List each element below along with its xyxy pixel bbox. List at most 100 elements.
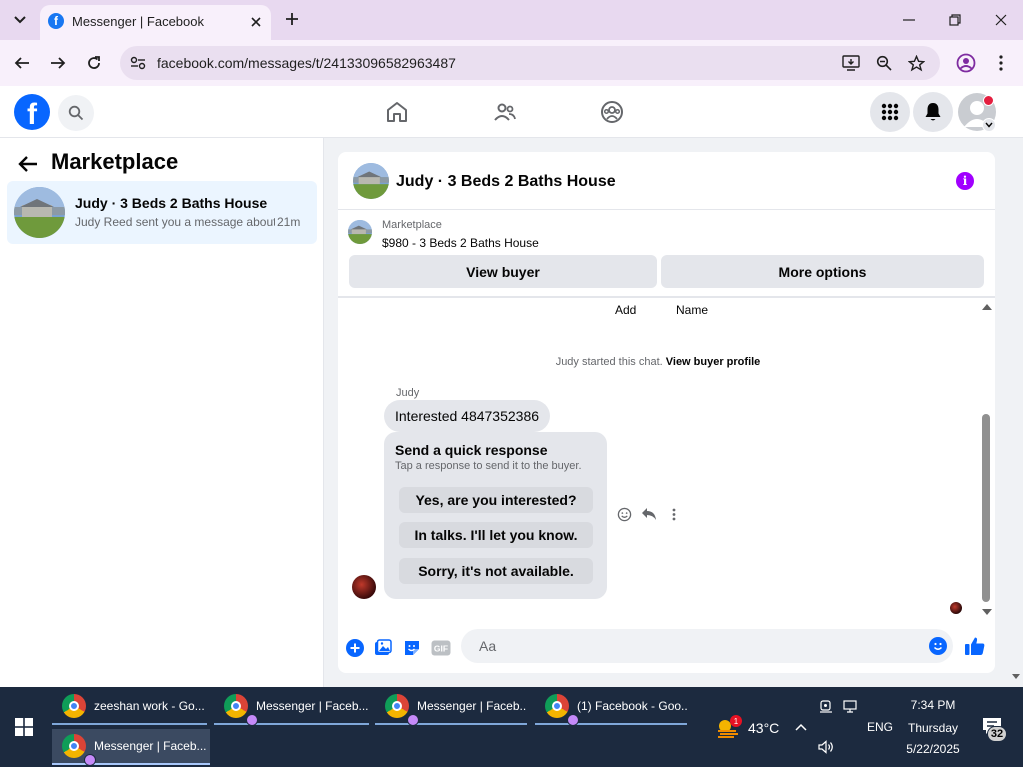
search-icon[interactable] [58, 95, 94, 131]
volume-icon[interactable] [817, 738, 835, 756]
quick-response-talks-button[interactable]: In talks. I'll let you know. [399, 522, 593, 548]
quick-response-title: Send a quick response [395, 442, 548, 458]
quick-response-unavailable-button[interactable]: Sorry, it's not available. [399, 558, 593, 584]
profile-badge-icon [246, 714, 258, 726]
tab-search-icon[interactable] [8, 8, 32, 32]
scroll-down-arrow-icon[interactable] [982, 609, 992, 615]
message-bubble[interactable]: Interested 4847352386 [384, 400, 551, 432]
page-scroll-down-arrow-icon[interactable] [1012, 674, 1020, 679]
emoji-icon[interactable] [929, 637, 947, 655]
sticker-icon[interactable] [402, 638, 422, 658]
chat-panel: Judy · 3 Beds 2 Baths House i Marketplac… [338, 152, 995, 673]
restore-icon[interactable] [942, 8, 968, 32]
groups-icon[interactable] [598, 98, 626, 126]
browser-tab-bar: f Messenger | Facebook [0, 0, 1023, 40]
name-label: Name [676, 303, 709, 317]
chevron-up-icon[interactable] [792, 718, 810, 736]
clock-day[interactable]: Thursday [900, 721, 966, 735]
site-settings-icon[interactable] [130, 55, 146, 71]
tab-close-icon[interactable] [247, 13, 265, 31]
browser-toolbar: facebook.com/messages/t/2413309658296348… [0, 40, 1023, 86]
install-app-icon[interactable] [842, 54, 860, 72]
photo-icon[interactable] [373, 638, 393, 658]
language-indicator[interactable]: ENG [867, 720, 893, 734]
chrome-icon [545, 694, 579, 726]
listing-source: Marketplace [382, 219, 442, 231]
chat-started-text: Judy started this chat. [555, 356, 663, 368]
browser-tab-active[interactable]: f Messenger | Facebook [40, 5, 271, 40]
taskbar-item-label: zeeshan work - Go... [94, 699, 205, 713]
conversation-list-item[interactable]: Judy · 3 Beds 2 Baths House Judy Reed se… [7, 181, 317, 244]
windows-start-icon[interactable] [10, 713, 38, 741]
profile-badge-icon [84, 754, 96, 766]
clock-time[interactable]: 7:34 PM [900, 698, 966, 712]
home-icon[interactable] [383, 98, 411, 126]
meet-now-icon[interactable] [817, 698, 835, 716]
notifications-bell-icon[interactable] [913, 92, 953, 132]
chrome-icon [62, 694, 86, 718]
taskbar-item-messenger-1[interactable]: Messenger | Faceb... [214, 689, 369, 726]
sender-name: Judy [396, 387, 420, 399]
menu-grid-icon[interactable] [870, 92, 910, 132]
friends-icon[interactable] [491, 98, 519, 126]
quick-response-card: Send a quick response Tap a response to … [384, 432, 607, 599]
conversation-preview: Judy Reed sent you a message about your … [75, 215, 275, 229]
taskbar-item-zeeshan-work[interactable]: zeeshan work - Go... [52, 689, 207, 725]
gif-icon[interactable]: GIF [430, 638, 452, 658]
view-buyer-button[interactable]: View buyer [349, 255, 657, 288]
tab-title: Messenger | Facebook [72, 14, 204, 29]
message-composer: GIF [338, 625, 995, 673]
listing-thumbnail [14, 187, 65, 238]
window-close-icon[interactable] [988, 8, 1014, 32]
chevron-down-icon[interactable] [982, 118, 996, 132]
zoom-icon[interactable] [875, 54, 893, 72]
weather-temperature[interactable]: 43°C [748, 720, 779, 736]
reply-icon[interactable] [641, 506, 657, 522]
listing-title[interactable]: $980 - 3 Beds 2 Baths House [382, 236, 539, 250]
chat-title[interactable]: Judy · 3 Beds 2 Baths House [396, 173, 616, 191]
network-icon[interactable] [842, 698, 860, 716]
scroll-up-arrow-icon[interactable] [982, 304, 992, 310]
taskbar-item-messenger-2[interactable]: Messenger | Faceb... [375, 689, 527, 726]
info-icon[interactable]: i [956, 172, 974, 190]
chrome-menu-icon[interactable] [993, 53, 1009, 73]
profile-badge-icon [567, 714, 579, 726]
facebook-logo-icon[interactable]: f [14, 94, 50, 130]
chat-avatar[interactable] [353, 163, 389, 199]
conversation-name: Judy · 3 Beds 2 Baths House [75, 195, 268, 211]
sender-avatar[interactable] [352, 575, 376, 599]
taskbar-item-facebook[interactable]: (1) Facebook - Goo... [535, 689, 687, 726]
more-options-button[interactable]: More options [661, 255, 984, 288]
more-vertical-icon[interactable] [666, 506, 682, 522]
new-tab-icon[interactable] [282, 9, 302, 29]
bookmark-star-icon[interactable] [907, 54, 925, 72]
message-scrollbar[interactable] [979, 300, 993, 618]
minimize-icon[interactable] [896, 8, 922, 32]
message-input[interactable] [461, 629, 953, 663]
back-arrow-icon[interactable] [16, 152, 40, 176]
facebook-header: f [0, 86, 1023, 138]
forward-icon[interactable] [46, 51, 70, 75]
gif-icon-label: GIF [434, 644, 448, 654]
view-buyer-profile-link[interactable]: View buyer profile [666, 356, 761, 368]
chrome-profile-icon[interactable] [956, 53, 976, 73]
clock-date[interactable]: 5/22/2025 [900, 742, 966, 756]
scrollbar-thumb[interactable] [982, 414, 990, 602]
reload-icon[interactable] [82, 51, 106, 75]
thumbs-up-icon[interactable] [964, 635, 986, 657]
plus-circle-icon[interactable] [345, 638, 365, 658]
taskbar-item-label: Messenger | Faceb... [417, 699, 527, 713]
back-icon[interactable] [10, 51, 34, 75]
windows-taskbar: zeeshan work - Go... Messenger | Faceb..… [0, 687, 1023, 767]
taskbar-item-messenger-active[interactable]: Messenger | Faceb... [52, 729, 210, 766]
react-emoji-icon[interactable] [616, 506, 632, 522]
address-bar[interactable]: facebook.com/messages/t/2413309658296348… [120, 46, 940, 80]
taskbar-item-label: (1) Facebook - Goo... [577, 699, 687, 713]
add-label: Add [615, 303, 637, 317]
quick-response-yes-button[interactable]: Yes, are you interested? [399, 487, 593, 513]
facebook-favicon-icon: f [48, 13, 64, 29]
chrome-icon [62, 734, 96, 766]
message-thread: Add Name Judy started this chat. View bu… [338, 298, 995, 623]
url-text[interactable]: facebook.com/messages/t/2413309658296348… [157, 55, 456, 71]
notification-count-badge: 32 [987, 726, 1007, 742]
